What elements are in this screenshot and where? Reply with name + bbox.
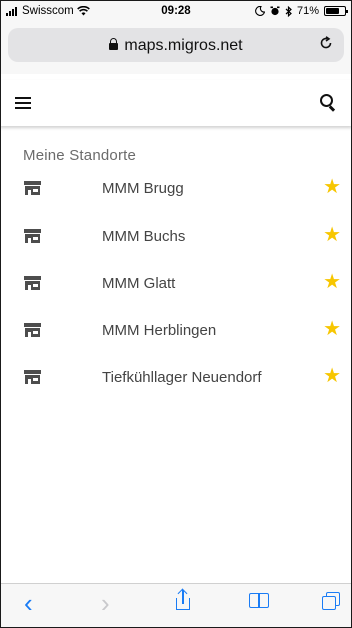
store-icon (24, 276, 41, 290)
list-item[interactable]: MMM Brugg ★ (0, 169, 352, 209)
bookmarks-icon[interactable] (249, 593, 271, 609)
location-name: Tiefkühllager Neuendorf (102, 369, 262, 386)
store-icon (24, 181, 41, 195)
list-item[interactable]: MMM Buchs ★ (0, 217, 352, 257)
list-item[interactable]: MMM Herblingen ★ (0, 311, 352, 351)
moon-icon (255, 6, 265, 16)
hamburger-menu-icon[interactable] (15, 97, 31, 109)
location-name: MMM Herblingen (102, 322, 217, 339)
share-icon[interactable] (176, 588, 190, 610)
list-item[interactable]: MMM Glatt ★ (0, 264, 352, 304)
tabs-icon[interactable] (322, 592, 342, 612)
browser-toolbar: ‹ › (0, 583, 352, 628)
app-header (0, 80, 352, 126)
bluetooth-icon (285, 5, 292, 17)
status-icons: 71% (255, 5, 348, 17)
favorite-star-icon[interactable]: ★ (323, 319, 341, 339)
battery-percent: 71% (296, 5, 319, 17)
search-icon[interactable] (320, 94, 336, 112)
location-name: MMM Glatt (102, 275, 176, 292)
list-item[interactable]: Tiefkühllager Neuendorf ★ (0, 358, 352, 398)
back-icon[interactable]: ‹ (24, 588, 33, 619)
location-name: MMM Buchs (102, 228, 186, 245)
store-icon (24, 370, 41, 384)
browser-address-area: maps.migros.net (0, 22, 352, 74)
url-text: maps.migros.net (124, 37, 243, 54)
favorite-star-icon[interactable]: ★ (323, 225, 341, 245)
alarm-icon (270, 6, 280, 16)
location-name: MMM Brugg (102, 180, 184, 197)
reload-icon[interactable] (318, 35, 334, 56)
section-title: Meine Standorte (23, 147, 137, 164)
favorite-star-icon[interactable]: ★ (323, 177, 341, 197)
favorite-star-icon[interactable]: ★ (323, 366, 341, 386)
forward-icon[interactable]: › (101, 588, 110, 619)
address-bar[interactable]: maps.migros.net (8, 28, 344, 62)
battery-icon (324, 6, 348, 16)
store-icon (24, 229, 41, 243)
status-bar: Swisscom 09:28 71% (0, 0, 352, 22)
lock-icon (109, 38, 119, 50)
address-host[interactable]: maps.migros.net (8, 37, 344, 55)
store-icon (24, 323, 41, 337)
favorite-star-icon[interactable]: ★ (323, 272, 341, 292)
